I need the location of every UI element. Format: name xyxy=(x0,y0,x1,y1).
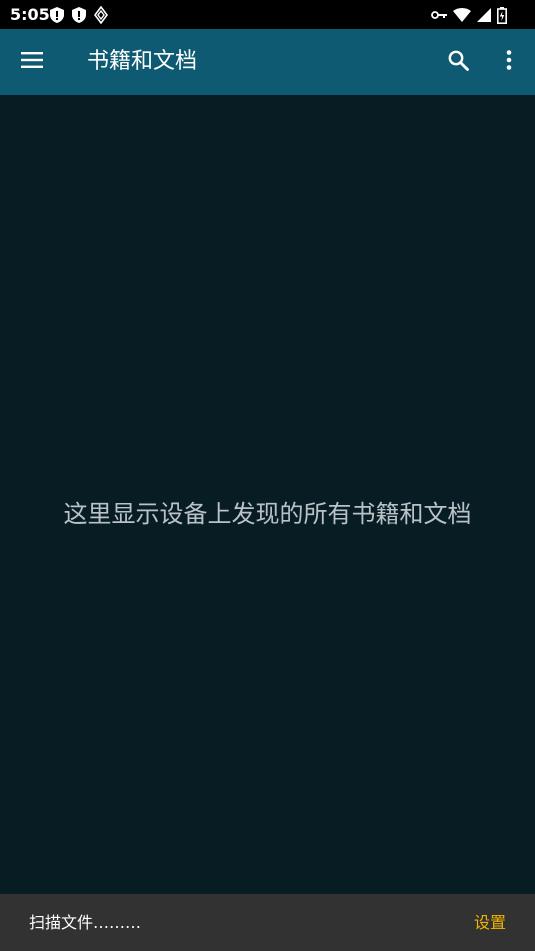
main-content: 这里显示设备上发现的所有书籍和文档 xyxy=(0,95,535,894)
page-title: 书籍和文档 xyxy=(87,49,198,74)
menu-icon xyxy=(21,52,43,72)
wifi-icon xyxy=(453,8,471,22)
key-icon xyxy=(431,10,447,20)
battery-icon xyxy=(497,6,507,24)
app-bar: 书籍和文档 xyxy=(0,29,535,95)
status-right-icons xyxy=(431,5,507,25)
more-vert-icon xyxy=(506,50,512,74)
status-left-icons xyxy=(50,5,108,25)
signal-icon xyxy=(477,8,491,22)
snackbar-message: 扫描文件……… xyxy=(29,913,142,932)
snackbar: 扫描文件……… 设置 xyxy=(0,894,535,951)
empty-state-message: 这里显示设备上发现的所有书籍和文档 xyxy=(63,500,472,528)
shield-icon xyxy=(72,7,86,23)
shield-icon xyxy=(50,7,64,23)
menu-button[interactable] xyxy=(14,44,50,80)
more-options-button[interactable] xyxy=(494,44,524,80)
search-button[interactable] xyxy=(440,44,476,80)
status-time: 5:05 xyxy=(10,5,50,24)
status-bar: 5:05 xyxy=(0,0,535,29)
vpn-diamond-icon xyxy=(94,6,108,24)
settings-action-button[interactable]: 设置 xyxy=(474,912,506,934)
search-icon xyxy=(448,50,469,75)
